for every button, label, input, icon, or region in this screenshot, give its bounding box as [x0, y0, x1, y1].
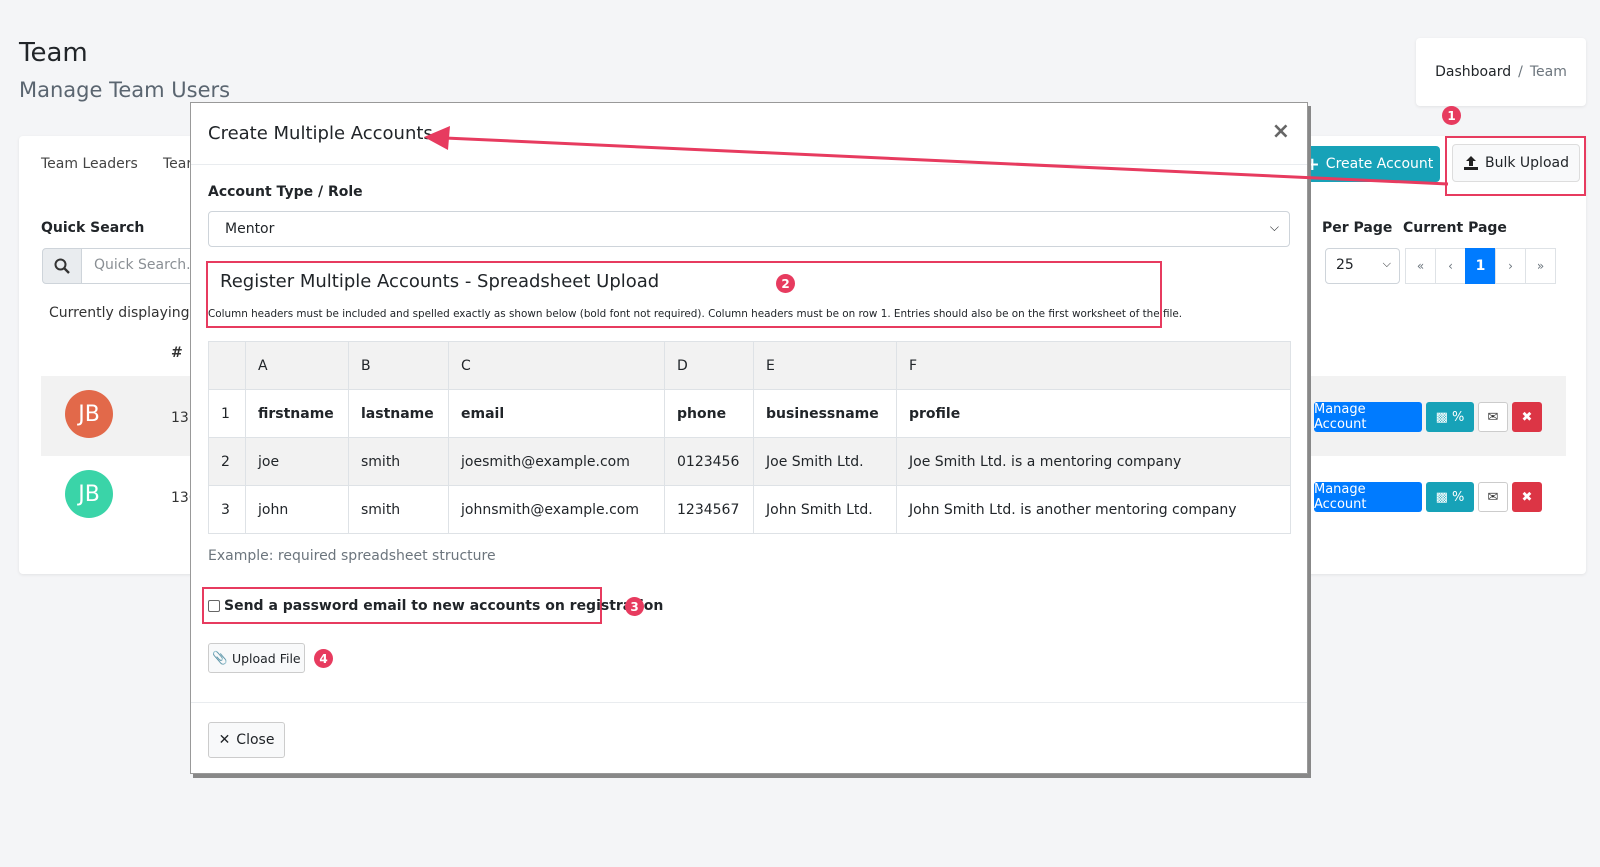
- step-badge: 3: [625, 597, 644, 616]
- step-badge: 1: [1442, 106, 1461, 125]
- annotation-arrow: [424, 126, 1449, 186]
- step-badge: 4: [314, 649, 333, 668]
- step-badge: 2: [776, 274, 795, 293]
